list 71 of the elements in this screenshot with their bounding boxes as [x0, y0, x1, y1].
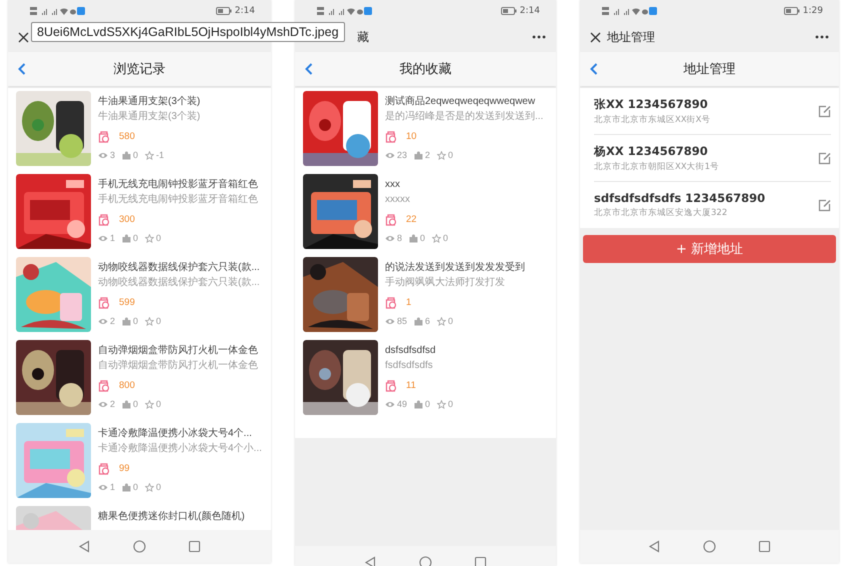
view-count: 49	[397, 399, 408, 409]
product-subtitle: 动物咬线器数据线保护套六只装(款...	[98, 276, 260, 290]
bag-count: 0	[133, 233, 138, 243]
app-title: 地址管理	[607, 28, 656, 46]
product-subtitle: 是的冯绍峰是否是的发送到发送到...	[385, 110, 544, 124]
view-count: 8	[397, 233, 402, 243]
contact-name: sdfsdfsdfsdfs 1234567890	[594, 191, 766, 205]
favorite-count: 0	[156, 233, 162, 243]
status-time: 2:14	[520, 6, 540, 16]
product-subtitle: 手动阀飒飒大法师打发打发	[385, 276, 505, 290]
view-count: 85	[397, 316, 408, 326]
favorite-count: 0	[156, 399, 162, 409]
product-title[interactable]: 手机无线充电闹钟投影蓝牙音箱红色	[98, 177, 258, 192]
price: 599	[119, 297, 135, 308]
price: 99	[119, 463, 130, 474]
favorite-count: 0	[156, 316, 162, 326]
app-title: 藏	[357, 28, 370, 46]
product-title[interactable]: 糖果色便携迷你封口机(颜色随机)	[98, 509, 245, 524]
view-count: 2	[110, 316, 116, 326]
product-title[interactable]: 卡通冷敷降温便携小冰袋大号4个...	[98, 426, 252, 441]
favorite-count: 0	[443, 233, 448, 243]
bag-count: 0	[133, 316, 138, 326]
page-title: 浏览记录	[114, 62, 166, 77]
product-subtitle: xxxxx	[385, 193, 410, 207]
price: 1	[406, 297, 412, 308]
view-count: 1	[110, 482, 116, 492]
bag-count: 0	[133, 482, 138, 492]
bag-count: 2	[425, 150, 430, 160]
price: 11	[406, 380, 416, 391]
product-subtitle: 牛油果通用支架(3个装)	[98, 110, 200, 124]
address-text: 北京市北京市东城区XX街X号	[594, 114, 710, 126]
product-title[interactable]: 的说法发送到发送到发发发受到	[385, 260, 525, 275]
view-count: 23	[397, 150, 408, 160]
product-subtitle: 手机无线充电闹钟投影蓝牙音箱红色	[98, 192, 258, 207]
bag-count: 0	[420, 233, 426, 243]
price: 580	[119, 131, 135, 142]
product-subtitle: fsdfsdfsdfs	[385, 359, 433, 373]
bag-count: 6	[425, 316, 430, 326]
favorite-count: -1	[156, 150, 164, 160]
product-title[interactable]: 测试商品2eqweqweqeqwweqwew	[385, 94, 536, 109]
view-count: 3	[110, 150, 116, 160]
address-text: 北京市北京市朝阳区XX大街1号	[594, 160, 720, 172]
favorite-count: 0	[448, 316, 454, 326]
bag-count: 0	[133, 150, 138, 160]
product-title[interactable]: 自动弹烟烟盒带防风打火机一体金色	[98, 343, 258, 358]
contact-name: 张XX 1234567890	[594, 96, 709, 112]
status-time: 2:14	[234, 6, 255, 16]
favorite-count: 0	[448, 150, 454, 160]
product-subtitle: 卡通冷敷降温便携小冰袋大号4个小...	[98, 442, 262, 456]
view-count: 2	[110, 399, 116, 409]
price: 10	[406, 131, 417, 142]
favorite-count: 0	[448, 399, 454, 409]
product-title[interactable]: 动物咬线器数据线保护套六只装(款...	[98, 260, 260, 275]
product-subtitle: 自动弹烟烟盒带防风打火机一体金色	[98, 358, 258, 373]
page-title: 我的收藏	[400, 62, 452, 77]
bag-count: 0	[133, 399, 138, 409]
view-count: 1	[110, 233, 116, 243]
product-title[interactable]: xxx	[385, 177, 400, 192]
add-address-button[interactable]: + 新增地址	[583, 235, 836, 263]
favorite-count: 0	[156, 482, 162, 492]
price: 800	[119, 380, 135, 391]
status-time: 1:29	[802, 6, 823, 16]
price: 300	[119, 214, 135, 225]
bag-count: 0	[425, 399, 430, 409]
page-title: 地址管理	[684, 62, 736, 77]
product-title[interactable]: dsfsdfsdfsd	[385, 343, 436, 358]
address-text: 北京市北京市东城区安逸大厦322	[594, 207, 728, 219]
product-title[interactable]: 牛油果通用支架(3个装)	[98, 94, 200, 109]
filename-tooltip: 8Uei6McLvdS5XKj4GaRIbL5OjHspoIbl4yMshDTc.jpeg	[31, 22, 345, 42]
price: 22	[406, 214, 417, 225]
contact-name: 杨XX 1234567890	[594, 144, 709, 158]
